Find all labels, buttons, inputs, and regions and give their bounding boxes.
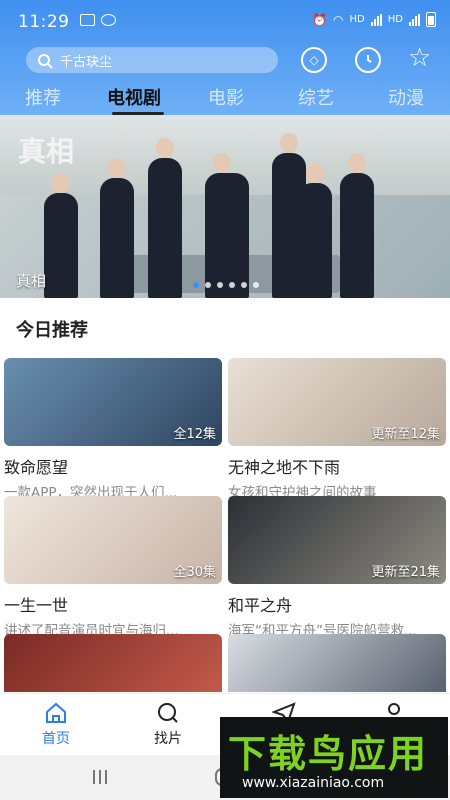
video-thumbnail[interactable] bbox=[4, 634, 222, 692]
pagination-dot[interactable] bbox=[229, 282, 235, 288]
scan-icon[interactable]: ◇ bbox=[301, 47, 327, 73]
banner-figure bbox=[340, 153, 374, 298]
history-clock-icon[interactable] bbox=[355, 47, 381, 73]
episode-badge: 更新至21集 bbox=[371, 565, 440, 580]
video-thumbnail[interactable]: 更新至21集 bbox=[228, 496, 446, 584]
video-title[interactable]: 致命愿望 bbox=[4, 454, 222, 478]
tab-variety[interactable]: 综艺 bbox=[298, 84, 334, 110]
nav-discover[interactable]: 找片 bbox=[138, 702, 198, 748]
banner-figure bbox=[100, 158, 134, 298]
watermark-title: 下载鸟应用 bbox=[228, 732, 429, 776]
banner-logo: 真相 bbox=[18, 135, 75, 168]
tab-tv-series[interactable]: 电视剧 bbox=[107, 84, 161, 110]
watermark: 下载鸟应用 www.xiazainiao.com bbox=[220, 717, 448, 798]
video-thumbnail[interactable]: 全30集 bbox=[4, 496, 222, 584]
search-placeholder: 千古玦尘 bbox=[60, 54, 113, 70]
video-thumbnail[interactable]: 更新至12集 bbox=[228, 358, 446, 446]
video-card[interactable]: 全12集 致命愿望 一款APP，突然出现于人们... bbox=[4, 358, 222, 501]
pagination-dot[interactable] bbox=[217, 282, 223, 288]
pagination-dot[interactable] bbox=[205, 282, 211, 288]
home-icon bbox=[46, 702, 66, 723]
watermark-url: www.xiazainiao.com bbox=[242, 775, 385, 791]
wifi-icon: ◠ bbox=[333, 12, 344, 27]
status-time: 11:29 bbox=[18, 12, 70, 32]
battery-icon bbox=[426, 12, 436, 27]
pagination-dot[interactable] bbox=[193, 282, 199, 288]
section-title: 今日推荐 bbox=[16, 320, 88, 341]
episode-badge: 全30集 bbox=[173, 565, 216, 580]
network-label-2: HD bbox=[387, 14, 403, 25]
video-card[interactable]: 更新至12集 无神之地不下雨 女孩和守护神之间的故事 bbox=[228, 358, 446, 501]
category-tabs: 推荐 电视剧 电影 综艺 动漫 bbox=[0, 84, 450, 116]
nav-home[interactable]: 首页 bbox=[26, 702, 86, 748]
video-title[interactable]: 和平之舟 bbox=[228, 592, 446, 616]
status-bar: 11:29 ⏰ ◠ HD HD bbox=[0, 0, 450, 40]
wechat-notification-icon bbox=[101, 14, 116, 26]
favorite-star-icon[interactable]: ☆ bbox=[408, 45, 431, 71]
banner-figure bbox=[44, 173, 78, 298]
signal-icon-2 bbox=[409, 13, 420, 26]
search-icon bbox=[38, 54, 50, 66]
status-indicators: ⏰ ◠ HD HD bbox=[312, 12, 436, 27]
tab-movies[interactable]: 电影 bbox=[208, 84, 244, 110]
video-card[interactable]: 全30集 一生一世 讲述了配音演员时宜与海归... bbox=[4, 496, 222, 639]
notification-icons bbox=[80, 14, 116, 26]
pagination-dot[interactable] bbox=[253, 282, 259, 288]
recent-apps-icon[interactable] bbox=[93, 770, 107, 784]
alarm-icon: ⏰ bbox=[312, 12, 328, 27]
video-title[interactable]: 无神之地不下雨 bbox=[228, 454, 446, 478]
video-thumbnail[interactable]: 全12集 bbox=[4, 358, 222, 446]
image-notification-icon bbox=[80, 14, 95, 26]
banner-caption: 真相 bbox=[16, 272, 47, 290]
banner-figure bbox=[298, 163, 332, 298]
tab-recommend[interactable]: 推荐 bbox=[25, 84, 61, 110]
banner-pagination bbox=[193, 282, 259, 288]
signal-icon-1 bbox=[370, 13, 382, 26]
video-card[interactable] bbox=[4, 634, 222, 692]
search-icon bbox=[158, 703, 178, 723]
video-card[interactable] bbox=[228, 634, 446, 692]
video-thumbnail[interactable] bbox=[228, 634, 446, 692]
nav-discover-label: 找片 bbox=[154, 731, 182, 747]
banner-figure bbox=[148, 138, 182, 298]
episode-badge: 全12集 bbox=[173, 427, 216, 442]
search-bar[interactable]: 千古玦尘 bbox=[26, 47, 278, 73]
nav-home-label: 首页 bbox=[42, 731, 70, 747]
video-title[interactable]: 一生一世 bbox=[4, 592, 222, 616]
banner-figure bbox=[205, 153, 249, 298]
network-label-1: HD bbox=[349, 14, 365, 25]
tab-anime[interactable]: 动漫 bbox=[388, 84, 424, 110]
pagination-dot[interactable] bbox=[241, 282, 247, 288]
video-card[interactable]: 更新至21集 和平之舟 海军“和平方舟”号医院船营救... bbox=[228, 496, 446, 639]
episode-badge: 更新至12集 bbox=[371, 427, 440, 442]
